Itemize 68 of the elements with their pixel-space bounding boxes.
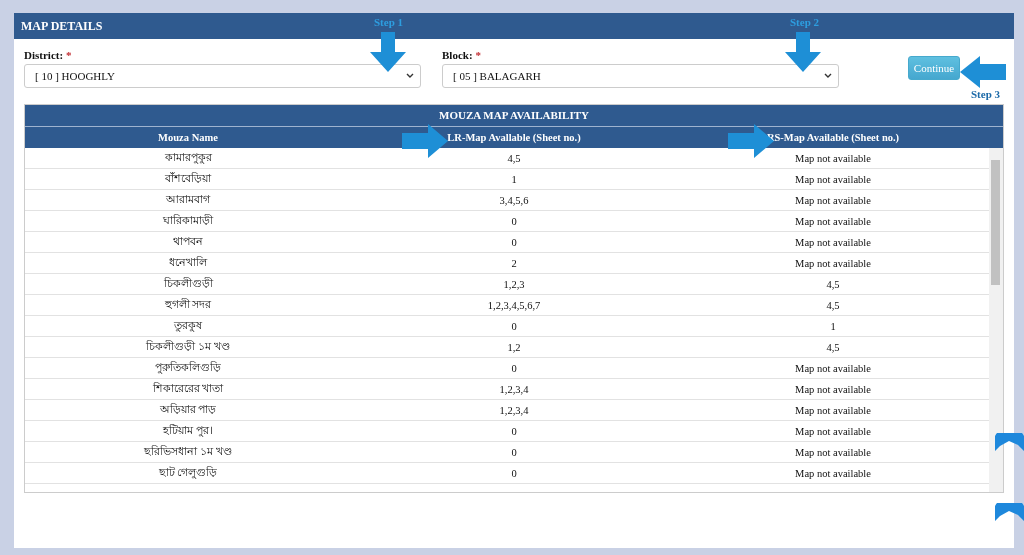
- table-cell-text: ধনেখালি: [168, 255, 209, 270]
- table-title: MOUZA MAP AVAILABILITY: [25, 105, 1003, 127]
- table-cell-text: Map not available: [794, 446, 872, 458]
- table-cell-text: 1: [510, 173, 518, 185]
- table-cell-text: 1,2,3,4,5,6,7: [486, 299, 542, 311]
- table-cell-text: Map not available: [794, 404, 872, 416]
- table-cell-text: তুরকুষ: [173, 318, 203, 334]
- table-cell-text: হুগলী সদর: [163, 297, 213, 312]
- table-cell-text: 4,5: [825, 341, 841, 353]
- step-label: Step 3: [971, 88, 1001, 100]
- table-cell-text: Map not available: [794, 362, 872, 374]
- table-cell-text: 0: [510, 446, 518, 458]
- step-label: Step 1: [374, 16, 404, 28]
- table-cell-text: 2: [510, 257, 518, 269]
- table-cell-text: চিকলীগুড়ী: [162, 276, 214, 291]
- table-cell-text: Map not available: [794, 173, 872, 185]
- table-cell-text: 0: [510, 425, 518, 437]
- chevron-icon: [824, 73, 832, 79]
- scroll-top-button[interactable]: [995, 503, 1024, 521]
- table-cell-text: Map not available: [794, 467, 872, 479]
- table-cell-text: শিকারেরের খাতা: [151, 381, 225, 396]
- table-cell-text: 1: [829, 320, 837, 332]
- table-cell-text: Map not available: [794, 152, 872, 164]
- arrow-icon: [785, 32, 821, 72]
- dropdown-select[interactable]: [ 10 ] HOOGHLY: [24, 64, 421, 88]
- table-cell-text: 4,5: [825, 278, 841, 290]
- table-cell-text: 0: [510, 236, 518, 248]
- arrow-icon: [370, 32, 406, 72]
- table-cell-text: 1,2: [506, 341, 522, 353]
- table-cell-text: হটিয়াম পুর।: [162, 423, 214, 439]
- table-cell-text: Map not available: [794, 215, 872, 227]
- field-label: Block:: [442, 49, 473, 62]
- table-cell-text: ছাট গেলুগুড়ি: [157, 465, 219, 481]
- table-cell-text: Map not available: [794, 425, 872, 437]
- table-cell-text: ঘারিকামাড়ী: [162, 213, 214, 228]
- table-cell-text: পুরুতিকলিগুড়ি: [154, 360, 222, 376]
- table-cell-text: ছরিভিসধানা ১ম খণ্ড: [143, 444, 233, 459]
- table-cell-text: কামারপুকুর: [163, 150, 213, 166]
- table-cell-text: 1,2,3,4: [498, 383, 530, 395]
- scrollbar[interactable]: [989, 148, 1003, 492]
- table-cell-text: 4,5: [506, 152, 522, 164]
- table-cell-text: Map not available: [794, 383, 872, 395]
- table-cell-text: 1,2,3: [502, 278, 526, 290]
- table-cell-text: 4,5: [825, 299, 841, 311]
- table-cell-text: 0: [510, 467, 518, 479]
- arrow-icon: [960, 56, 1006, 88]
- table-cell-text: আরামবাগ: [165, 192, 212, 207]
- chevron-icon: [406, 73, 414, 79]
- required-mark: *: [475, 49, 482, 62]
- scroll-top-button[interactable]: [995, 433, 1024, 451]
- table-cell-text: বাঁশবেড়িয়া: [164, 171, 213, 186]
- table-cell-text: 0: [510, 215, 518, 227]
- step-label: Step 2: [790, 16, 820, 28]
- table-cell-text: 1,2,3,4: [498, 404, 530, 416]
- required-mark: *: [66, 49, 72, 62]
- field-label: District:: [24, 49, 64, 62]
- table-cell-text: 3,4,5,6: [498, 194, 530, 206]
- table-cell-text: Map not available: [794, 236, 872, 248]
- panel-title: MAP DETAILS: [21, 18, 103, 34]
- table-cell-text: অড়িয়ার পাড়: [158, 402, 218, 417]
- table-cell-text: 0: [510, 362, 518, 374]
- table-cell-text: Map not available: [794, 194, 872, 206]
- table-cell-text: চিকলীগুড়ী ১ম খণ্ড: [145, 339, 231, 354]
- table-cell-text: Map not available: [794, 257, 872, 269]
- arrow-icon: [402, 124, 448, 158]
- dropdown-select[interactable]: [ 05 ] BALAGARH: [442, 64, 839, 88]
- table-cell-text: 0: [510, 320, 518, 332]
- table-cell-text: থাপবন: [172, 234, 204, 249]
